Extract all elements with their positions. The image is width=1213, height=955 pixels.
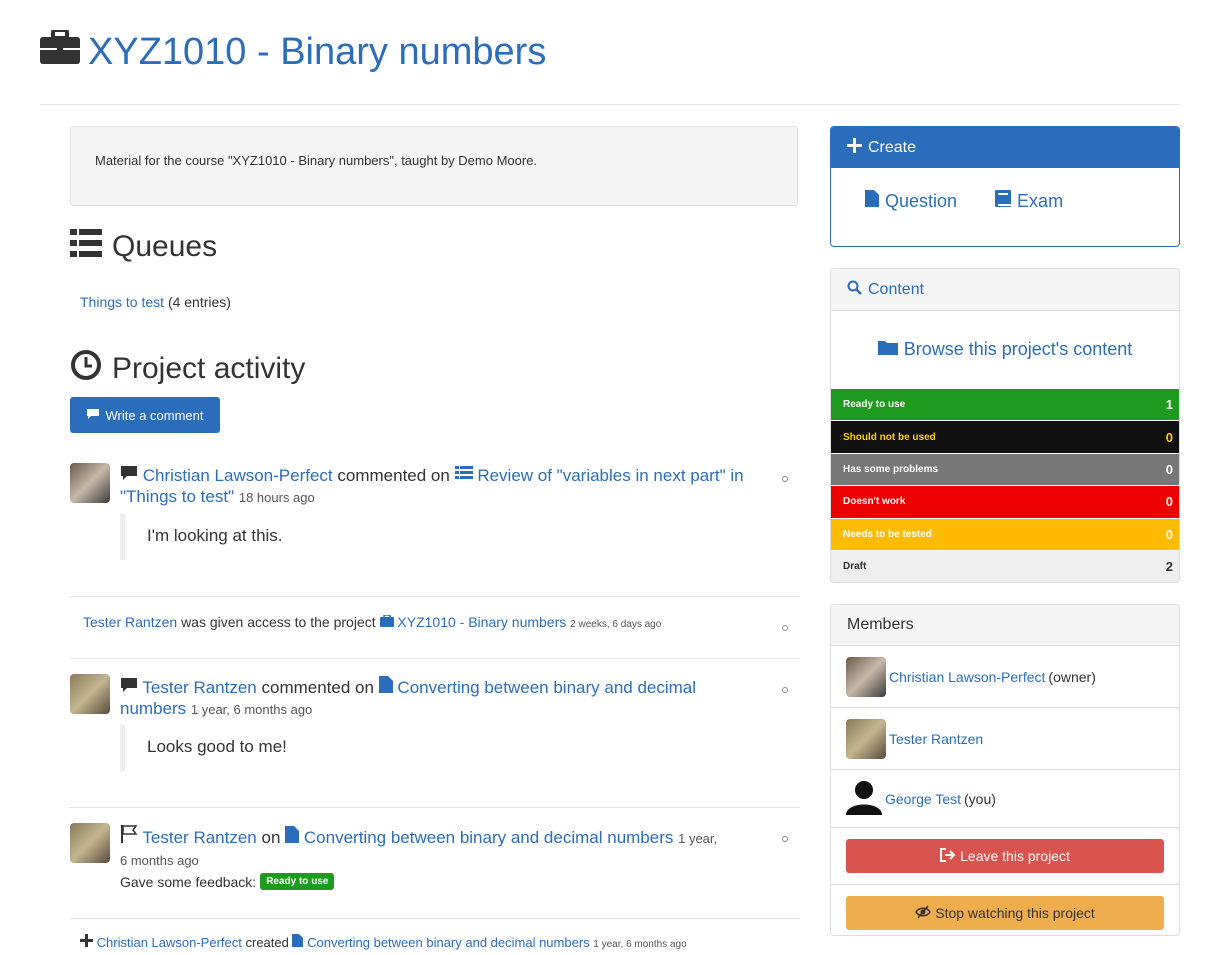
member-row: George Test (you) — [831, 769, 1179, 827]
avatar[interactable] — [846, 718, 886, 759]
comment-icon — [120, 466, 138, 485]
leave-project-button[interactable]: Leave this project — [846, 839, 1164, 873]
stop-watching-button[interactable]: Stop watching this project — [846, 896, 1164, 930]
activity-target-link[interactable]: Converting between binary and decimal nu… — [285, 826, 673, 847]
activity-user-link[interactable]: Christian Lawson-Perfect — [97, 935, 242, 950]
create-exam-button[interactable]: Exam — [995, 190, 1063, 212]
status-doesnt-work[interactable]: Doesn't work 0 — [831, 485, 1179, 518]
title-divider — [40, 104, 1180, 105]
queue-item: Things to test (4 entries) — [80, 294, 231, 310]
write-comment-button[interactable]: Write a comment — [70, 397, 220, 433]
timestamp: 6 months ago — [120, 853, 199, 868]
plus-icon — [847, 137, 862, 158]
divider — [70, 918, 800, 919]
file-icon — [285, 826, 300, 847]
divider — [70, 596, 800, 597]
member-row: Tester Rantzen — [831, 707, 1179, 769]
file-icon — [292, 934, 304, 950]
activity-menu-dot[interactable] — [782, 625, 788, 631]
queue-count: (4 entries) — [167, 294, 231, 310]
page-title: XYZ1010 - Binary numbers — [40, 28, 546, 74]
file-icon — [378, 676, 393, 697]
create-panel: Create Question Exam — [830, 126, 1180, 247]
activity-heading: Project activity — [70, 349, 305, 389]
status-list: Ready to use 1 Should not be used 0 Has so… — [831, 388, 1179, 582]
clock-icon — [70, 349, 102, 389]
timestamp: 1 year, — [678, 831, 718, 846]
comment-text: Looks good to me! — [120, 725, 287, 771]
create-panel-header: Create — [831, 127, 1179, 168]
project-description: Material for the course "XYZ1010 - Binar… — [70, 126, 798, 206]
timestamp: 2 weeks, 6 days ago — [570, 619, 662, 630]
avatar[interactable] — [70, 823, 110, 863]
queue-link[interactable]: Things to test — [80, 294, 164, 310]
status-draft[interactable]: Draft 2 — [831, 549, 1179, 582]
flag-icon — [120, 825, 138, 847]
eye-slash-icon — [915, 905, 932, 922]
activity-item: Tester Rantzen on Converting between bin… — [120, 825, 760, 871]
activity-user-link[interactable]: Tester Rantzen — [83, 614, 177, 630]
member-link[interactable]: Christian Lawson-Perfect — [889, 669, 1045, 685]
activity-menu-dot[interactable] — [782, 476, 788, 482]
members-panel: Members Christian Lawson-Perfect (owner)… — [830, 604, 1180, 936]
member-link[interactable]: George Test — [885, 791, 961, 807]
list-icon — [70, 228, 102, 266]
briefcase-icon — [40, 28, 80, 74]
divider — [70, 807, 800, 808]
activity-user-link[interactable]: Tester Rantzen — [142, 678, 256, 697]
activity-menu-dot[interactable] — [782, 836, 788, 842]
browse-content-link[interactable]: Browse this project's content — [877, 339, 1132, 360]
queues-heading: Queues — [70, 228, 217, 266]
activity-item: Christian Lawson-Perfect created Convert… — [80, 932, 720, 955]
plus-icon — [80, 934, 93, 950]
activity-item: Tester Rantzen was given access to the p… — [83, 614, 662, 630]
activity-target-link[interactable]: Converting between binary and decimal nu… — [292, 934, 590, 950]
status-should-not-be-used[interactable]: Should not be used 0 — [831, 420, 1179, 453]
activity-user-link[interactable]: Christian Lawson-Perfect — [143, 466, 333, 485]
comment-icon — [86, 408, 100, 423]
search-icon — [847, 280, 862, 300]
divider — [70, 658, 800, 659]
list-icon — [454, 466, 473, 485]
member-row: Christian Lawson-Perfect (owner) — [831, 646, 1179, 707]
content-panel: Content Browse this project's content Re… — [830, 268, 1180, 583]
comment-icon — [120, 678, 138, 697]
status-needs-to-be-tested[interactable]: Needs to be tested 0 — [831, 517, 1179, 550]
briefcase-icon — [379, 614, 394, 630]
members-panel-header: Members — [831, 605, 1179, 646]
status-badge: Ready to use — [260, 873, 335, 890]
avatar[interactable] — [846, 656, 886, 697]
create-question-button[interactable]: Question — [865, 190, 957, 212]
file-icon — [865, 190, 879, 212]
member-link[interactable]: Tester Rantzen — [889, 731, 983, 747]
avatar[interactable] — [70, 463, 110, 503]
sign-out-icon — [940, 847, 956, 865]
content-panel-header: Content — [831, 269, 1179, 311]
user-silhouette-icon[interactable] — [846, 779, 882, 818]
comment-text: I'm looking at this. — [120, 514, 283, 560]
avatar[interactable] — [70, 674, 110, 714]
status-has-some-problems[interactable]: Has some problems 0 — [831, 452, 1179, 486]
activity-user-link[interactable]: Tester Rantzen — [142, 828, 256, 847]
activity-item: Tester Rantzen commented on Converting b… — [120, 676, 697, 718]
folder-icon — [877, 339, 898, 360]
feedback-line: Gave some feedback: Ready to use — [120, 873, 335, 890]
activity-menu-dot[interactable] — [782, 687, 788, 693]
activity-item: Christian Lawson-Perfect commented on Re… — [120, 466, 744, 506]
timestamp: 18 hours ago — [238, 490, 315, 505]
book-icon — [995, 190, 1012, 212]
timestamp: 1 year, 6 months ago — [190, 702, 313, 717]
activity-target-link[interactable]: XYZ1010 - Binary numbers — [379, 614, 566, 630]
status-ready-to-use[interactable]: Ready to use 1 — [831, 388, 1179, 421]
